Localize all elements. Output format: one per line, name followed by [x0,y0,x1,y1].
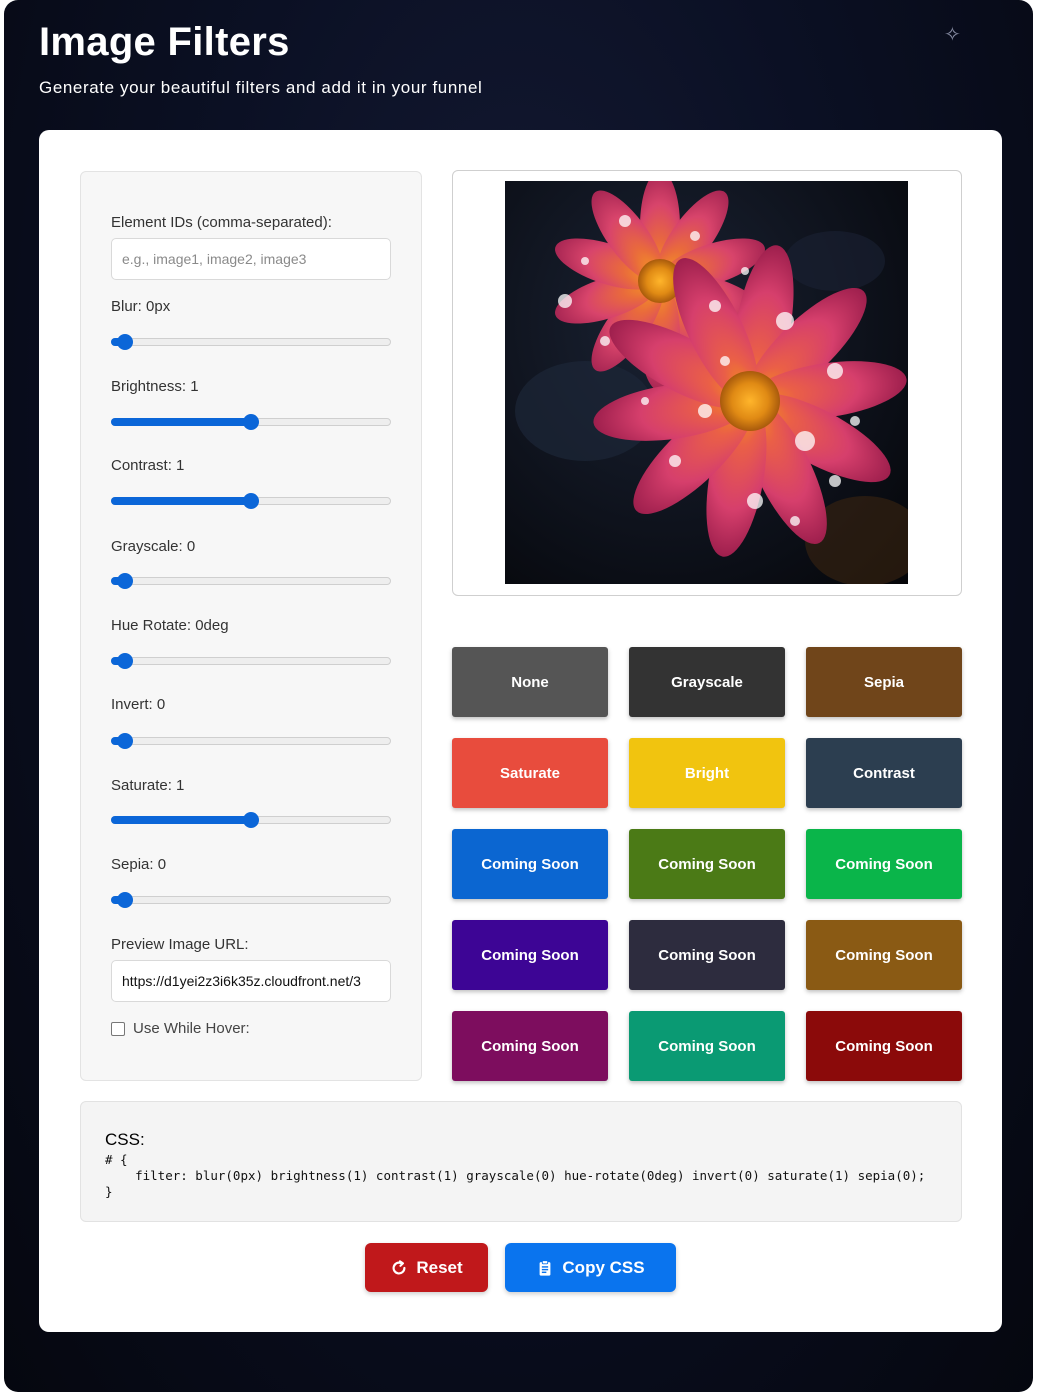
image-preview-frame [452,170,962,596]
preset-coming-soon-button[interactable]: Coming Soon [806,829,962,899]
slider-thumb[interactable] [243,414,259,430]
grayscale-label: Grayscale: 0 [111,538,196,555]
css-output-title: CSS: [105,1130,145,1149]
reset-button-label: Reset [416,1257,463,1277]
page-title: Image Filters [39,20,290,64]
filter-controls-panel: Element IDs (comma-separated): Blur: 0px… [80,171,422,1081]
preset-coming-soon-button[interactable]: Coming Soon [452,1011,608,1081]
sparkle-icon: ✧ [944,24,961,46]
hue-rotate-slider[interactable] [111,651,391,671]
preset-coming-soon-button[interactable]: Coming Soon [629,829,785,899]
preset-grayscale-button[interactable]: Grayscale [629,647,785,717]
preview-url-label: Preview Image URL: [111,936,249,953]
preview-image [505,181,908,584]
preset-filter-grid: None Grayscale Sepia Saturate Bright Con… [452,647,962,1082]
clipboard-icon [540,1259,551,1276]
app-window: ✧ Image Filters Generate your beautiful … [4,0,1033,1392]
saturate-slider[interactable] [111,810,391,830]
slider-thumb[interactable] [117,334,133,350]
element-ids-input[interactable] [111,238,391,280]
reset-button[interactable]: Reset [365,1243,488,1292]
slider-thumb[interactable] [117,892,133,908]
refresh-icon [392,1259,406,1274]
preset-coming-soon-button[interactable]: Coming Soon [629,920,785,990]
flower-image-icon [515,181,908,584]
slider-thumb[interactable] [117,653,133,669]
copy-css-button-label: Copy CSS [562,1257,645,1277]
css-output-box: CSS: # { filter: blur(0px) brightness(1)… [80,1101,962,1222]
preset-saturate-button[interactable]: Saturate [452,738,608,808]
slider-thumb[interactable] [117,733,133,749]
preset-coming-soon-button[interactable]: Coming Soon [452,829,608,899]
preset-coming-soon-button[interactable]: Coming Soon [806,1011,962,1081]
slider-thumb[interactable] [117,573,133,589]
grayscale-slider[interactable] [111,571,391,591]
slider-track [111,737,391,745]
contrast-label: Contrast: 1 [111,457,185,474]
preset-coming-soon-button[interactable]: Coming Soon [629,1011,785,1081]
main-card: Element IDs (comma-separated): Blur: 0px… [39,130,1002,1332]
sepia-label: Sepia: 0 [111,856,167,873]
preset-contrast-button[interactable]: Contrast [806,738,962,808]
invert-slider[interactable] [111,731,391,751]
hover-checkbox[interactable] [111,1021,125,1036]
invert-label: Invert: 0 [111,696,166,713]
slider-track [111,657,391,665]
slider-fill [111,418,251,426]
saturate-label: Saturate: 1 [111,777,185,794]
preset-none-button[interactable]: None [452,647,608,717]
hover-option[interactable]: Use While Hover: [111,1020,250,1037]
slider-thumb[interactable] [243,493,259,509]
preset-coming-soon-button[interactable]: Coming Soon [806,920,962,990]
contrast-slider[interactable] [111,491,391,511]
preset-sepia-button[interactable]: Sepia [806,647,962,717]
element-ids-label: Element IDs (comma-separated): [111,214,332,231]
sepia-slider[interactable] [111,890,391,910]
blur-slider[interactable] [111,332,391,352]
preview-url-input[interactable] [111,960,391,1002]
slider-track [111,338,391,346]
slider-track [111,896,391,904]
preset-bright-button[interactable]: Bright [629,738,785,808]
preset-coming-soon-button[interactable]: Coming Soon [452,920,608,990]
brightness-slider[interactable] [111,412,391,432]
slider-thumb[interactable] [243,812,259,828]
slider-fill [111,816,251,824]
hover-checkbox-label: Use While Hover: [133,1020,250,1037]
css-output-code: # { filter: blur(0px) brightness(1) cont… [105,1152,926,1199]
page-subtitle: Generate your beautiful filters and add … [39,78,483,97]
copy-css-button[interactable]: Copy CSS [505,1243,676,1292]
slider-fill [111,497,251,505]
blur-label: Blur: 0px [111,298,171,315]
slider-track [111,577,391,585]
brightness-label: Brightness: 1 [111,378,199,395]
hue-rotate-label: Hue Rotate: 0deg [111,617,229,634]
